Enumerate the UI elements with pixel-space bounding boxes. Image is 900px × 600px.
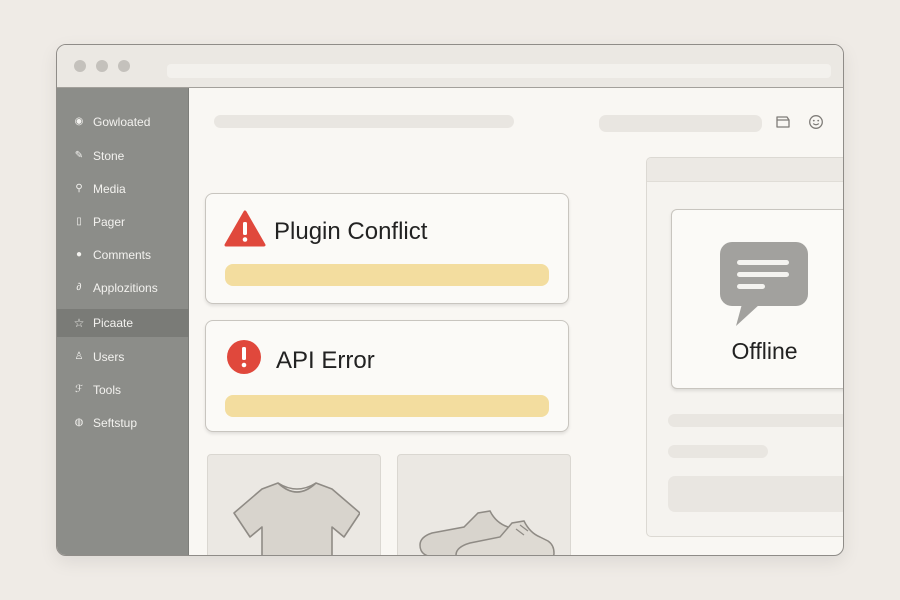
sidebar-item-dashboard[interactable]: ◉ Gowloated <box>57 108 189 136</box>
sidebar-item-label: Users <box>93 350 125 364</box>
page-title-placeholder <box>214 115 514 128</box>
appearance-icon: ∂ <box>76 282 82 293</box>
title-bar <box>57 45 843 88</box>
sidebar-item-users[interactable]: ♙ Users <box>57 343 189 371</box>
sidebar-item-applications[interactable]: ∂ Applozitions <box>57 274 189 302</box>
maximize-window-button[interactable] <box>118 60 130 72</box>
panel-header <box>647 158 843 182</box>
sidebar-item-comments[interactable]: ● Comments <box>57 241 189 269</box>
sidebar-item-label: Gowloated <box>93 115 151 129</box>
shoe-icon <box>416 499 556 555</box>
tshirt-icon <box>232 479 361 555</box>
sidebar-item-plugins[interactable]: ☆ Picaate <box>57 309 189 337</box>
sidebar-item-tools[interactable]: ℱ Tools <box>57 376 189 404</box>
users-icon: ♙ <box>74 351 84 362</box>
product-tile-tshirt[interactable] <box>207 454 381 555</box>
status-panel: Offline <box>646 157 843 537</box>
text-placeholder <box>668 445 768 458</box>
settings-icon: ◍ <box>74 417 84 428</box>
sidebar-item-label: Picaate <box>93 316 134 330</box>
alert-progress-bar <box>225 395 549 417</box>
minimize-window-button[interactable] <box>96 60 108 72</box>
action-button-placeholder[interactable] <box>668 476 843 512</box>
sidebar-item-label: Comments <box>93 248 152 262</box>
sidebar: ◉ Gowloated ✎ Stone ⚲ Media ▯ Pager ● Co… <box>57 88 189 555</box>
browser-window: ◉ Gowloated ✎ Stone ⚲ Media ▯ Pager ● Co… <box>56 44 844 556</box>
close-window-button[interactable] <box>74 60 86 72</box>
product-tile-shoes[interactable] <box>397 454 571 555</box>
sidebar-item-media[interactable]: ⚲ Media <box>57 175 189 203</box>
comment-icon: ● <box>75 249 83 260</box>
smiley-icon[interactable] <box>808 114 824 130</box>
page-icon: ▯ <box>76 216 82 227</box>
inbox-icon[interactable] <box>775 114 791 130</box>
wrench-icon: ℱ <box>75 384 83 395</box>
address-bar[interactable] <box>167 64 831 78</box>
sidebar-item-label: Pager <box>93 215 126 229</box>
star-icon: ☆ <box>73 316 85 330</box>
offline-status-card[interactable]: Offline <box>671 209 843 389</box>
alert-progress-bar <box>225 264 549 286</box>
sidebar-item-label: Applozitions <box>93 281 158 295</box>
sidebar-item-posts[interactable]: ✎ Stone <box>57 142 189 170</box>
dashboard-icon: ◉ <box>74 116 84 127</box>
alert-title: API Error <box>276 347 375 374</box>
chat-bubble-icon <box>720 242 808 326</box>
error-circle-icon <box>226 339 262 375</box>
sidebar-item-label: Stone <box>93 149 125 163</box>
sidebar-item-settings[interactable]: ◍ Seftstup <box>57 409 189 437</box>
sidebar-item-pages[interactable]: ▯ Pager <box>57 208 189 236</box>
sidebar-item-label: Tools <box>93 383 122 397</box>
media-icon: ⚲ <box>75 183 83 194</box>
alert-card-api-error[interactable]: API Error <box>205 320 569 432</box>
main-content: Plugin Conflict API Error Offline <box>190 88 843 555</box>
alert-title: Plugin Conflict <box>274 218 428 245</box>
sidebar-item-label: Seftstup <box>93 416 138 430</box>
status-label: Offline <box>731 338 798 364</box>
alert-card-plugin-conflict[interactable]: Plugin Conflict <box>205 193 569 304</box>
search-input[interactable] <box>599 115 762 132</box>
pin-icon: ✎ <box>74 150 84 161</box>
text-placeholder <box>668 414 843 427</box>
sidebar-item-label: Media <box>93 182 126 196</box>
warning-triangle-icon <box>224 210 266 248</box>
